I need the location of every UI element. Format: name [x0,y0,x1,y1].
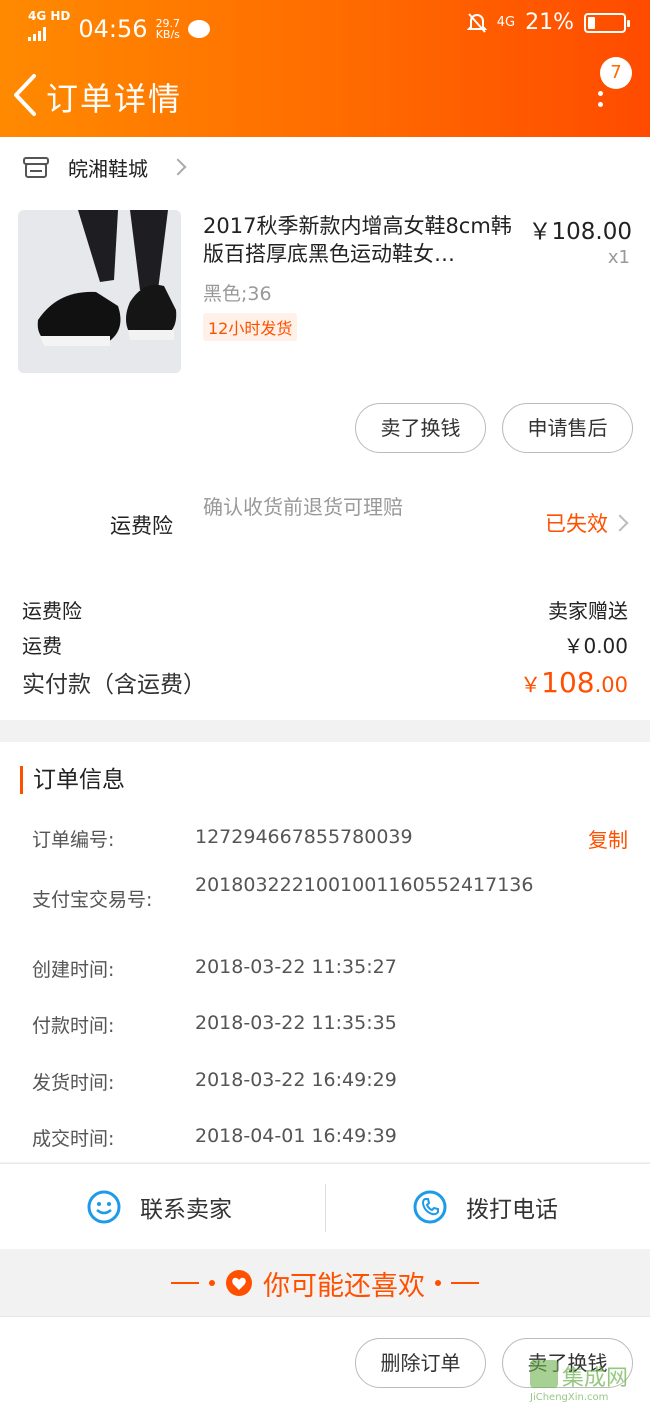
insurance-status-link[interactable]: 已失效 [545,508,629,538]
contact-seller-button[interactable]: 联系卖家 [86,1164,232,1250]
app-header: 4G HD 04:56 29.7 KB/s 4G 21% 订单详情 7 [0,0,650,137]
info-value: 127294667855780039 [195,826,413,848]
total-amount: ￥108.00 [520,666,628,699]
message-icon [188,19,211,38]
heart-icon [226,1270,252,1296]
status-bar: 4G HD 04:56 29.7 KB/s 4G 21% [0,10,650,46]
chevron-right-icon [169,158,187,176]
contact-bar: 联系卖家 拨打电话 [0,1163,650,1249]
section-title: 订单信息 [20,766,125,794]
insurance-description: 确认收货前退货可理赔 [203,495,403,519]
page-title: 订单详情 [46,80,183,118]
signal-bars-icon [28,27,46,41]
sneaker-photo [18,210,181,373]
product-quantity: x1 [607,247,630,268]
info-label: 支付宝交易号: [32,889,153,911]
more-dots-icon [598,91,604,113]
watermark-text: 集成网 [562,1366,629,1391]
network-type: 4G HD [28,9,71,23]
order-info-card: 订单信息 订单编号: 127294667855780039 复制 支付宝交易号:… [0,742,650,1162]
insurance-status: 已失效 [545,512,608,536]
chevron-right-icon [611,514,629,532]
info-label: 成交时间: [32,1128,115,1150]
divider [435,1280,441,1286]
store-icon [23,157,49,178]
divider [209,1280,215,1286]
watermark-url: JiChengXin.com [530,1392,609,1403]
phone-icon [413,1190,447,1224]
product-title[interactable]: 2017秋季新款内增高女鞋8cm韩版百搭厚底黑色运动鞋女… [203,212,521,268]
product-price: ￥108.00 [528,219,632,245]
product-image[interactable] [18,210,181,373]
delete-order-button[interactable]: 删除订单 [355,1338,486,1388]
shop-link[interactable]: 皖湘鞋城 [22,147,187,187]
shipping-badge: 12小时发货 [203,313,298,341]
recommend-title: 你可能还喜欢 [263,1270,425,1302]
fee-label: 运费险 [22,599,82,623]
signal-indicator: 4G HD [28,10,70,47]
info-label: 付款时间: [32,1015,115,1037]
battery-icon [584,12,630,33]
contact-seller-label: 联系卖家 [140,1197,232,1223]
info-value: 2018-04-01 16:49:39 [195,1125,397,1147]
info-value: 2018-03-22 16:49:29 [195,1069,397,1091]
divider [325,1184,326,1232]
info-label: 订单编号: [32,829,115,851]
info-value: 2018-03-22 11:35:27 [195,956,397,978]
product-sku: 黑色;36 [203,283,272,305]
more-menu-button[interactable]: 7 [592,55,632,115]
insurance-label: 运费险 [110,514,173,538]
fee-label: 运费 [22,634,62,658]
battery-percent: 21% [525,10,574,35]
copy-button[interactable]: 复制 [588,824,628,853]
info-value: 2018032221001001160552417136 [195,874,534,896]
sell-for-cash-button[interactable]: 卖了换钱 [355,403,486,453]
notification-badge: 7 [600,57,632,89]
after-sale-button[interactable]: 申请售后 [502,403,633,453]
watermark-logo: 集成网 JiChengXin.com [526,1358,644,1406]
shop-name: 皖湘鞋城 [68,156,148,181]
recommend-section: 你可能还喜欢 [0,1250,650,1316]
mute-notification-icon [466,12,487,33]
info-value: 2018-03-22 11:35:35 [195,1012,397,1034]
order-card: 皖湘鞋城 2017秋季新款内增高女鞋8cm韩版百搭厚底黑色运动鞋女… ￥108.… [0,137,650,720]
clock: 04:56 [78,14,148,43]
call-phone-label: 拨打电话 [466,1197,558,1223]
fee-value: ￥0.00 [563,634,628,658]
info-label: 发货时间: [32,1072,115,1094]
fee-row-shipping: 运费 ￥0.00 [22,630,628,659]
divider [171,1282,199,1284]
call-phone-button[interactable]: 拨打电话 [412,1164,558,1250]
network-speed: 29.7 KB/s [155,16,181,41]
back-arrow-icon[interactable] [8,72,44,118]
fee-row-insurance: 运费险 卖家赠送 [22,595,628,624]
fee-row-total: 实付款（含运费） ￥108.00 [22,665,628,699]
info-label: 创建时间: [32,959,115,981]
divider [451,1282,479,1284]
fee-value: 卖家赠送 [548,599,628,623]
network-type-right: 4G [496,15,516,30]
chat-smile-icon [87,1190,121,1224]
total-label: 实付款（含运费） [22,672,206,698]
watermark-icon [530,1360,558,1388]
